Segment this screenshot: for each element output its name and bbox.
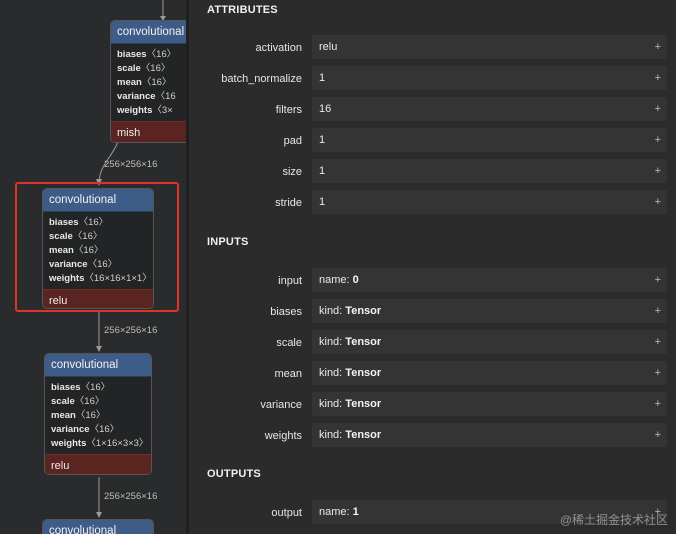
expand-icon[interactable]: +	[655, 268, 661, 292]
expand-icon[interactable]: +	[655, 423, 661, 447]
attribute-label: filters	[275, 104, 302, 116]
attribute-value[interactable]: 16 +	[312, 97, 667, 121]
node-attr: weights〈16×16×1×1〉	[49, 273, 152, 284]
node-activation: relu	[43, 289, 153, 308]
input-row-variance[interactable]: variance kind: Tensor +	[189, 392, 676, 418]
node-activation: mish	[111, 121, 186, 142]
node-attr: mean〈16〉	[51, 410, 106, 421]
node-attr: mean〈16〉	[117, 77, 172, 88]
attribute-row-activation[interactable]: activation relu +	[189, 35, 676, 61]
graph-node-convolutional-2[interactable]: convolutional biases〈16〉 scale〈16〉 mean〈…	[42, 188, 154, 309]
node-title: convolutional	[45, 354, 151, 377]
attribute-row-stride[interactable]: stride 1 +	[189, 190, 676, 216]
input-value[interactable]: name: 0 +	[312, 268, 667, 292]
input-row-input[interactable]: input name: 0 +	[189, 268, 676, 294]
watermark: @稀土掘金技术社区	[559, 513, 668, 527]
node-title: convolutional	[111, 21, 186, 44]
edge-shape-label: 256×256×16	[104, 491, 158, 502]
edge-shape-label: 256×256×16	[104, 325, 158, 336]
input-row-biases[interactable]: biases kind: Tensor +	[189, 299, 676, 325]
graph-canvas[interactable]: convolutional biases〈16〉 scale〈16〉 mean〈…	[0, 0, 186, 534]
attribute-value[interactable]: 1 +	[312, 190, 667, 214]
expand-icon[interactable]: +	[655, 66, 661, 90]
input-value[interactable]: kind: Tensor +	[312, 330, 667, 354]
attribute-row-filters[interactable]: filters 16 +	[189, 97, 676, 123]
node-attr: scale〈16〉	[49, 231, 103, 242]
input-value[interactable]: kind: Tensor +	[312, 361, 667, 385]
input-value[interactable]: kind: Tensor +	[312, 392, 667, 416]
node-title: convolutional	[43, 189, 153, 212]
edge-shape-label: 256×256×16	[104, 159, 158, 170]
attribute-row-size[interactable]: size 1 +	[189, 159, 676, 185]
input-row-scale[interactable]: scale kind: Tensor +	[189, 330, 676, 356]
node-attr: variance〈16〉	[51, 424, 120, 435]
node-attr: weights〈3×	[117, 105, 173, 116]
output-label: output	[271, 507, 302, 519]
input-row-mean[interactable]: mean kind: Tensor +	[189, 361, 676, 387]
expand-icon[interactable]: +	[655, 35, 661, 59]
expand-icon[interactable]: +	[655, 190, 661, 214]
expand-icon[interactable]: +	[655, 97, 661, 121]
node-attr: variance〈16	[117, 91, 176, 102]
node-attr: weights〈1×16×3×3〉	[51, 438, 149, 449]
expand-icon[interactable]: +	[655, 392, 661, 416]
attribute-value[interactable]: 1 +	[312, 128, 667, 152]
node-attr: scale〈16〉	[117, 63, 171, 74]
input-value[interactable]: kind: Tensor +	[312, 299, 667, 323]
attribute-label: stride	[275, 197, 302, 209]
expand-icon[interactable]: +	[655, 159, 661, 183]
inputs-section-title: INPUTS	[207, 236, 249, 248]
input-label: mean	[274, 368, 302, 380]
attribute-value[interactable]: 1 +	[312, 66, 667, 90]
input-label: biases	[270, 306, 302, 318]
node-attr: biases〈16〉	[49, 217, 109, 228]
attribute-row-batch-normalize[interactable]: batch_normalize 1 +	[189, 66, 676, 92]
graph-node-convolutional-1[interactable]: convolutional biases〈16〉 scale〈16〉 mean〈…	[110, 20, 186, 143]
attribute-label: batch_normalize	[221, 73, 302, 85]
attribute-label: pad	[283, 135, 302, 147]
attribute-value[interactable]: relu +	[312, 35, 667, 59]
input-value[interactable]: kind: Tensor +	[312, 423, 667, 447]
graph-node-convolutional-3[interactable]: convolutional biases〈16〉 scale〈16〉 mean〈…	[44, 353, 152, 475]
graph-node-convolutional-4[interactable]: convolutional	[42, 519, 154, 534]
properties-panel: ATTRIBUTES activation relu + batch_normal…	[189, 0, 676, 534]
attribute-label: size	[282, 166, 302, 178]
input-label: weights	[264, 430, 302, 442]
input-label: scale	[276, 337, 302, 349]
expand-icon[interactable]: +	[655, 299, 661, 323]
expand-icon[interactable]: +	[655, 330, 661, 354]
attribute-value[interactable]: 1 +	[312, 159, 667, 183]
node-attr: variance〈16〉	[49, 259, 118, 270]
node-attr: biases〈16〉	[117, 49, 177, 60]
attribute-label: activation	[255, 42, 302, 54]
attribute-row-pad[interactable]: pad 1 +	[189, 128, 676, 154]
expand-icon[interactable]: +	[655, 128, 661, 152]
node-activation: relu	[45, 454, 151, 474]
node-attr: scale〈16〉	[51, 396, 105, 407]
input-label: variance	[260, 399, 302, 411]
attributes-section-title: ATTRIBUTES	[207, 4, 278, 16]
outputs-section-title: OUTPUTS	[207, 468, 261, 480]
node-attr: biases〈16〉	[51, 382, 111, 393]
node-attr: mean〈16〉	[49, 245, 104, 256]
expand-icon[interactable]: +	[655, 361, 661, 385]
input-label: input	[278, 275, 302, 287]
node-title: convolutional	[43, 520, 153, 534]
input-row-weights[interactable]: weights kind: Tensor +	[189, 423, 676, 449]
